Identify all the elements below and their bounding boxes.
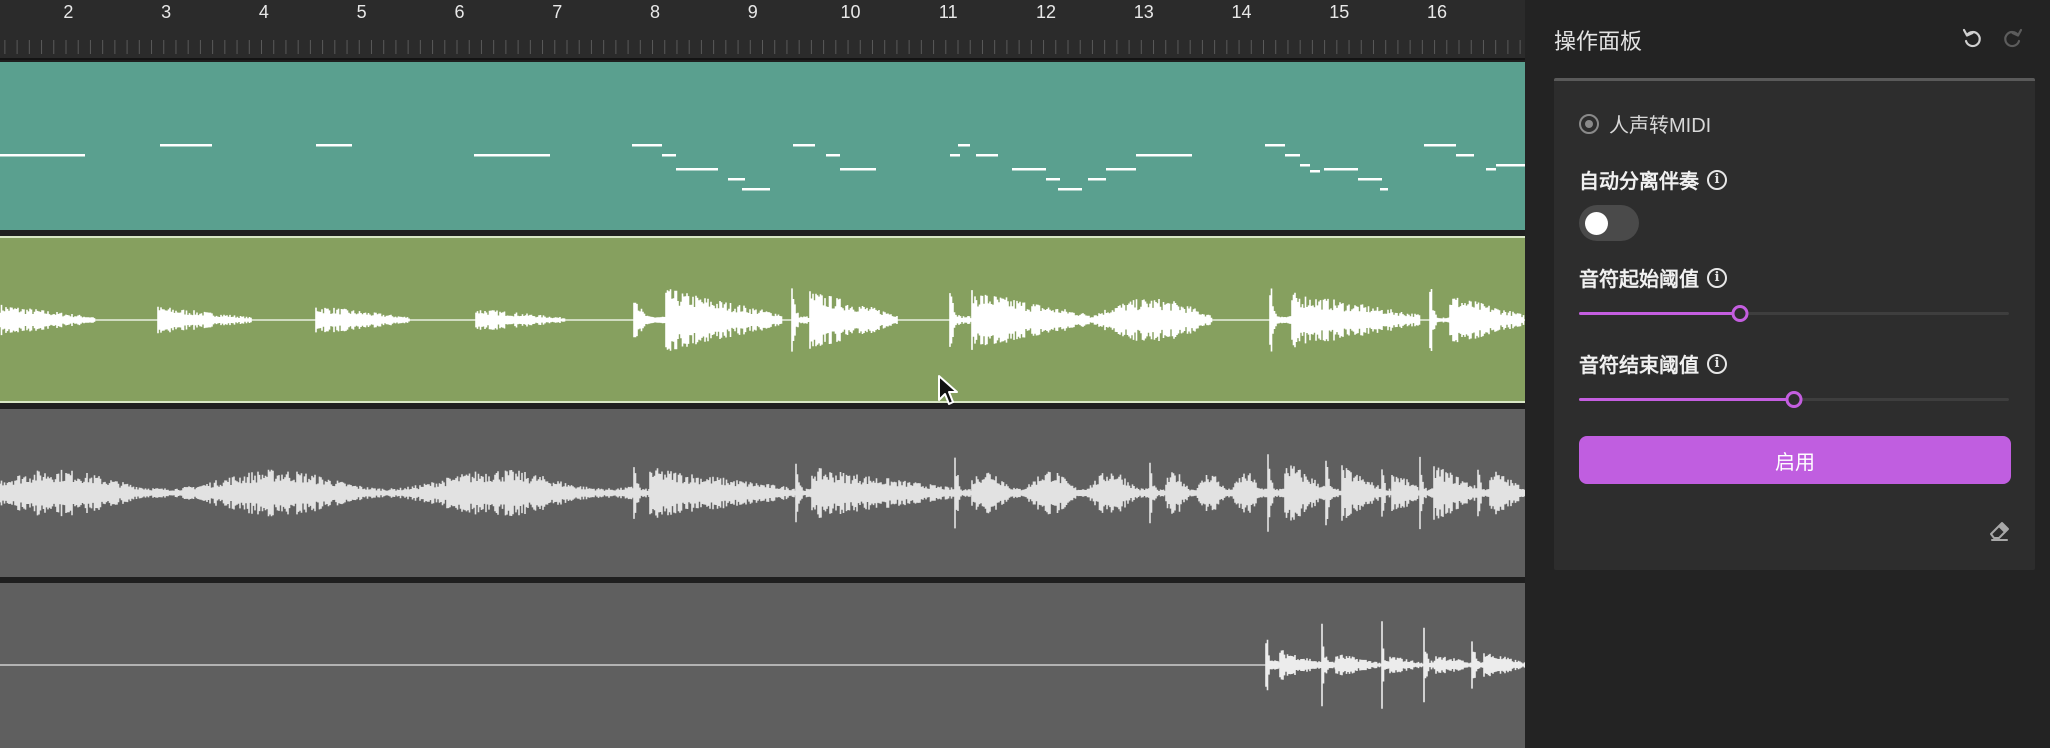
operation-panel: 操作面板 人声转MIDI 自动分离伴奏 i 音符起始阈值 i 音符结束阈值 i … <box>1525 0 2050 748</box>
mode-label: 人声转MIDI <box>1609 115 1712 137</box>
vocal-waveform-graphic <box>0 288 1525 352</box>
ruler-label: 4 <box>258 2 269 22</box>
ruler-label: 7 <box>552 2 563 22</box>
track-drums-waveform[interactable] <box>0 583 1525 748</box>
panel-header: 操作面板 <box>1525 0 2050 78</box>
onset-threshold-text: 音符起始阈值 <box>1579 269 1699 291</box>
apply-button[interactable]: 启用 <box>1579 436 2011 484</box>
onset-threshold-label: 音符起始阈值 i <box>1579 263 1727 292</box>
ruler-label: 3 <box>161 2 172 22</box>
ruler-label: 11 <box>938 2 958 22</box>
toggle-knob <box>1585 212 1608 235</box>
ruler-label: 2 <box>63 2 74 22</box>
time-ruler[interactable]: 2 3 4 5 6 7 8 9 10 11 12 13 14 15 16 <box>0 0 1525 60</box>
undo-icon <box>1962 28 1981 48</box>
ruler-ticks <box>4 40 1521 54</box>
ruler-label: 10 <box>840 2 861 22</box>
ruler-label: 14 <box>1231 2 1252 22</box>
ruler-label: 12 <box>1035 2 1056 22</box>
track-mix-waveform[interactable] <box>0 409 1525 577</box>
track-midi-notes[interactable] <box>0 62 1525 230</box>
slider-fill <box>1579 398 1794 401</box>
track-vocal-waveform[interactable] <box>0 236 1525 403</box>
radio-dot <box>1585 119 1593 128</box>
onset-threshold-slider[interactable] <box>1579 303 2009 323</box>
auto-separate-toggle[interactable] <box>1579 205 1639 241</box>
info-icon[interactable]: i <box>1707 353 1727 374</box>
offset-threshold-slider[interactable] <box>1579 389 2009 409</box>
midi-notes-graphic <box>0 144 1525 191</box>
undo-button[interactable] <box>1959 24 1987 52</box>
eraser-button[interactable] <box>1986 518 2012 544</box>
ruler-label: 6 <box>454 2 465 22</box>
ruler-label: 16 <box>1427 2 1448 22</box>
slider-thumb[interactable] <box>1731 305 1749 322</box>
mode-radio[interactable] <box>1579 113 1599 134</box>
auto-separate-label: 自动分离伴奏 i <box>1579 165 1727 194</box>
ruler-label: 8 <box>649 2 660 22</box>
drums-waveform-graphic <box>0 621 1525 709</box>
slider-thumb[interactable] <box>1785 391 1803 408</box>
mouse-cursor-icon <box>938 375 958 405</box>
offset-threshold-label: 音符结束阈值 i <box>1579 349 1727 378</box>
eraser-icon <box>1990 522 2009 541</box>
timeline-area[interactable]: 2 3 4 5 6 7 8 9 10 11 12 13 14 15 16 <box>0 0 1525 748</box>
auto-separate-text: 自动分离伴奏 <box>1579 171 1699 193</box>
redo-button[interactable] <box>1998 24 2026 52</box>
info-icon[interactable]: i <box>1707 267 1727 288</box>
redo-icon <box>2004 28 2023 48</box>
ruler-label: 5 <box>356 2 367 22</box>
settings-card: 人声转MIDI 自动分离伴奏 i 音符起始阈值 i 音符结束阈值 i 启用 <box>1554 78 2035 570</box>
ruler-label: 13 <box>1133 2 1154 22</box>
slider-fill <box>1579 312 1741 315</box>
info-icon[interactable]: i <box>1707 169 1727 190</box>
panel-title: 操作面板 <box>1554 29 1643 54</box>
ruler-label: 9 <box>747 2 758 22</box>
mix-waveform-graphic <box>0 454 1525 532</box>
offset-threshold-text: 音符结束阈值 <box>1579 355 1699 377</box>
mode-option[interactable]: 人声转MIDI <box>1579 109 1711 138</box>
ruler-label: 15 <box>1329 2 1350 22</box>
